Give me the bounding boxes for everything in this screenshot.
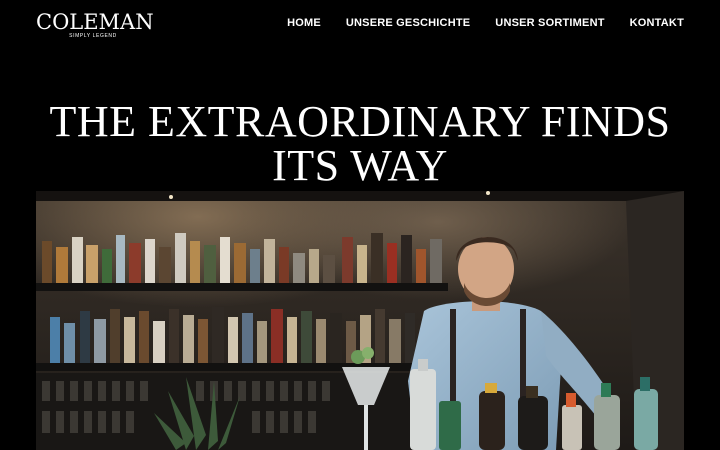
nav-item-unser-sortiment[interactable]: UNSER SORTIMENT bbox=[495, 17, 604, 29]
brand-name: COLEMAN bbox=[36, 10, 154, 34]
site-header: COLEMAN SIMPLY LEGEND HOME UNSERE GESCHI… bbox=[0, 0, 720, 50]
nav-item-kontakt[interactable]: KONTAKT bbox=[630, 17, 684, 29]
hero-title: THE EXTRAORDINARY FINDS ITS WAY bbox=[49, 97, 671, 190]
brand-logo[interactable]: COLEMAN SIMPLY LEGEND bbox=[36, 10, 154, 39]
bartender-photo bbox=[36, 191, 684, 450]
hero-image bbox=[36, 191, 684, 450]
nav-item-home[interactable]: HOME bbox=[287, 17, 321, 29]
nav-item-unsere-geschichte[interactable]: UNSERE GESCHICHTE bbox=[346, 17, 470, 29]
main-nav: HOME UNSERE GESCHICHTE UNSER SORTIMENT K… bbox=[287, 17, 684, 29]
